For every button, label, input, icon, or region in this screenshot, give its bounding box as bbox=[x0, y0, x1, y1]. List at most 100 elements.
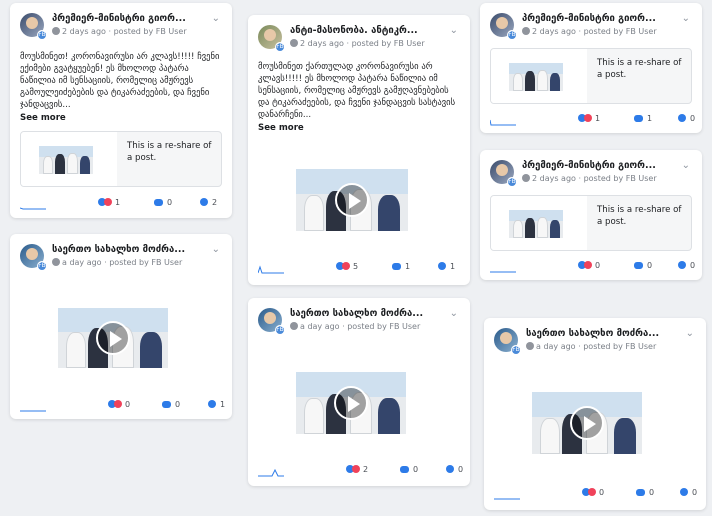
globe-icon bbox=[526, 342, 534, 350]
comment-icon bbox=[392, 263, 401, 270]
reshare-box[interactable]: This is a re-share of a post. bbox=[490, 48, 692, 104]
post-header: FB საერთო სახალხო მოძრა... a day ago · p… bbox=[20, 244, 222, 274]
post-stats: 0 0 0 bbox=[494, 488, 697, 502]
shares-count[interactable]: 0 bbox=[678, 114, 695, 123]
shares-count[interactable]: 2 bbox=[200, 198, 217, 207]
author-name[interactable]: პრემიერ-მინისტრი გიორ... bbox=[52, 13, 198, 24]
post-card[interactable]: FB პრემიერ-მინისტრი გიორ... 2 days ago ·… bbox=[480, 3, 702, 133]
shares-count[interactable]: 0 bbox=[446, 465, 463, 474]
chevron-down-icon[interactable]: ⌄ bbox=[450, 308, 458, 319]
chevron-down-icon[interactable]: ⌄ bbox=[212, 13, 220, 24]
author-name[interactable]: პრემიერ-მინისტრი გიორ... bbox=[522, 160, 668, 171]
author-name[interactable]: პრემიერ-მინისტრი გიორ... bbox=[522, 13, 668, 24]
video-thumbnail[interactable] bbox=[296, 169, 408, 231]
reshare-thumbnail bbox=[491, 196, 587, 250]
comments-count[interactable]: 0 bbox=[636, 488, 654, 497]
fb-badge-icon: FB bbox=[275, 42, 285, 52]
see-more-link[interactable]: See more bbox=[20, 113, 66, 123]
chevron-down-icon[interactable]: ⌄ bbox=[682, 13, 690, 24]
reactions-count[interactable]: 2 bbox=[346, 465, 368, 474]
reactions-count[interactable]: 0 bbox=[108, 400, 130, 409]
post-meta: 2 days ago · posted by FB User bbox=[522, 27, 657, 36]
fb-badge-icon: FB bbox=[275, 325, 285, 335]
post-stats: 1 0 2 bbox=[20, 198, 222, 212]
chevron-down-icon[interactable]: ⌄ bbox=[450, 25, 458, 36]
love-icon bbox=[588, 488, 596, 496]
post-header: FB პრემიერ-მინისტრი გიორ... 2 days ago ·… bbox=[20, 13, 222, 43]
post-card[interactable]: FB პრემიერ-მინისტრი გიორ... 2 days ago ·… bbox=[10, 3, 232, 218]
reactions-count[interactable]: 0 bbox=[582, 488, 604, 497]
post-stats: 0 0 1 bbox=[20, 400, 225, 414]
comments-count[interactable]: 1 bbox=[634, 114, 652, 123]
author-name[interactable]: საერთო სახალხო მოძრა... bbox=[52, 244, 198, 255]
video-thumbnail[interactable] bbox=[58, 308, 168, 368]
post-stats: 0 0 0 bbox=[490, 261, 695, 275]
shares-count[interactable]: 0 bbox=[678, 261, 695, 270]
chevron-down-icon[interactable]: ⌄ bbox=[686, 328, 694, 339]
fb-badge-icon: FB bbox=[507, 177, 517, 187]
comments-count[interactable]: 0 bbox=[162, 400, 180, 409]
comment-icon bbox=[636, 489, 645, 496]
globe-icon bbox=[52, 258, 60, 266]
play-icon[interactable] bbox=[570, 406, 604, 440]
comments-count[interactable]: 0 bbox=[634, 261, 652, 270]
reshare-box[interactable]: This is a re-share of a post. bbox=[490, 195, 692, 251]
fb-badge-icon: FB bbox=[37, 30, 47, 40]
post-card[interactable]: FB პრემიერ-მინისტრი გიორ... 2 days ago ·… bbox=[480, 150, 702, 280]
post-time: 2 days ago bbox=[532, 27, 576, 36]
posted-by: posted by FB User bbox=[113, 27, 187, 36]
chevron-down-icon[interactable]: ⌄ bbox=[682, 160, 690, 171]
video-thumbnail[interactable] bbox=[532, 392, 642, 454]
play-icon[interactable] bbox=[96, 321, 130, 355]
post-card[interactable]: FB ანტი-მასონობა. ანტიკრ... 2 days ago ·… bbox=[248, 15, 470, 285]
post-meta: 2 days ago · posted by FB User bbox=[52, 27, 187, 36]
share-icon bbox=[680, 488, 688, 496]
author-name[interactable]: ანტი-მასონობა. ანტიკრ... bbox=[290, 25, 436, 36]
post-header: FB საერთო სახალხო მოძრა... a day ago · p… bbox=[494, 328, 696, 358]
posted-by: posted by FB User bbox=[583, 27, 657, 36]
play-icon[interactable] bbox=[335, 183, 369, 217]
video-thumbnail[interactable] bbox=[296, 372, 406, 434]
reactions-count[interactable]: 5 bbox=[336, 262, 358, 271]
shares-count[interactable]: 1 bbox=[208, 400, 225, 409]
share-icon bbox=[208, 400, 216, 408]
love-icon bbox=[342, 262, 350, 270]
shares-count[interactable]: 1 bbox=[438, 262, 455, 271]
comments-count[interactable]: 0 bbox=[154, 198, 172, 207]
play-icon[interactable] bbox=[334, 386, 368, 420]
share-icon bbox=[446, 465, 454, 473]
comments-count[interactable]: 1 bbox=[392, 262, 410, 271]
post-header: FB პრემიერ-მინისტრი გიორ... 2 days ago ·… bbox=[490, 13, 692, 43]
post-text: მოუსმინეთ! კორონავირუსი არ კლავს!!!!! ჩვ… bbox=[20, 52, 220, 110]
post-meta: a day ago · posted by FB User bbox=[52, 258, 182, 267]
post-time: a day ago bbox=[300, 322, 340, 331]
globe-icon bbox=[522, 174, 530, 182]
shares-count[interactable]: 0 bbox=[680, 488, 697, 497]
engagement-sparkline bbox=[20, 410, 46, 412]
chevron-down-icon[interactable]: ⌄ bbox=[212, 244, 220, 255]
comments-count[interactable]: 0 bbox=[400, 465, 418, 474]
see-more-link[interactable]: See more bbox=[258, 123, 304, 133]
reshare-box[interactable]: This is a re-share of a post. bbox=[20, 131, 222, 187]
author-name[interactable]: საერთო სახალხო მოძრა... bbox=[290, 308, 436, 319]
post-header: FB პრემიერ-მინისტრი გიორ... 2 days ago ·… bbox=[490, 160, 692, 190]
reactions-count[interactable]: 1 bbox=[578, 114, 600, 123]
reactions-count[interactable]: 1 bbox=[98, 198, 120, 207]
engagement-sparkline bbox=[258, 265, 284, 274]
globe-icon bbox=[290, 322, 298, 330]
reactions-count[interactable]: 0 bbox=[578, 261, 600, 270]
love-icon bbox=[352, 465, 360, 473]
post-meta: 2 days ago · posted by FB User bbox=[290, 39, 425, 48]
love-icon bbox=[114, 400, 122, 408]
comment-icon bbox=[162, 401, 171, 408]
post-card[interactable]: FB საერთო სახალხო მოძრა... a day ago · p… bbox=[248, 298, 470, 486]
post-card[interactable]: FB საერთო სახალხო მოძრა... a day ago · p… bbox=[10, 234, 232, 419]
globe-icon bbox=[52, 27, 60, 35]
post-header: FB საერთო სახალხო მოძრა... a day ago · p… bbox=[258, 308, 460, 338]
post-time: 2 days ago bbox=[62, 27, 106, 36]
author-name[interactable]: საერთო სახალხო მოძრა... bbox=[526, 328, 672, 339]
posted-by: posted by FB User bbox=[351, 39, 425, 48]
post-card[interactable]: FB საერთო სახალხო მოძრა... a day ago · p… bbox=[484, 318, 706, 510]
engagement-sparkline bbox=[490, 271, 516, 273]
fb-badge-icon: FB bbox=[37, 261, 47, 271]
